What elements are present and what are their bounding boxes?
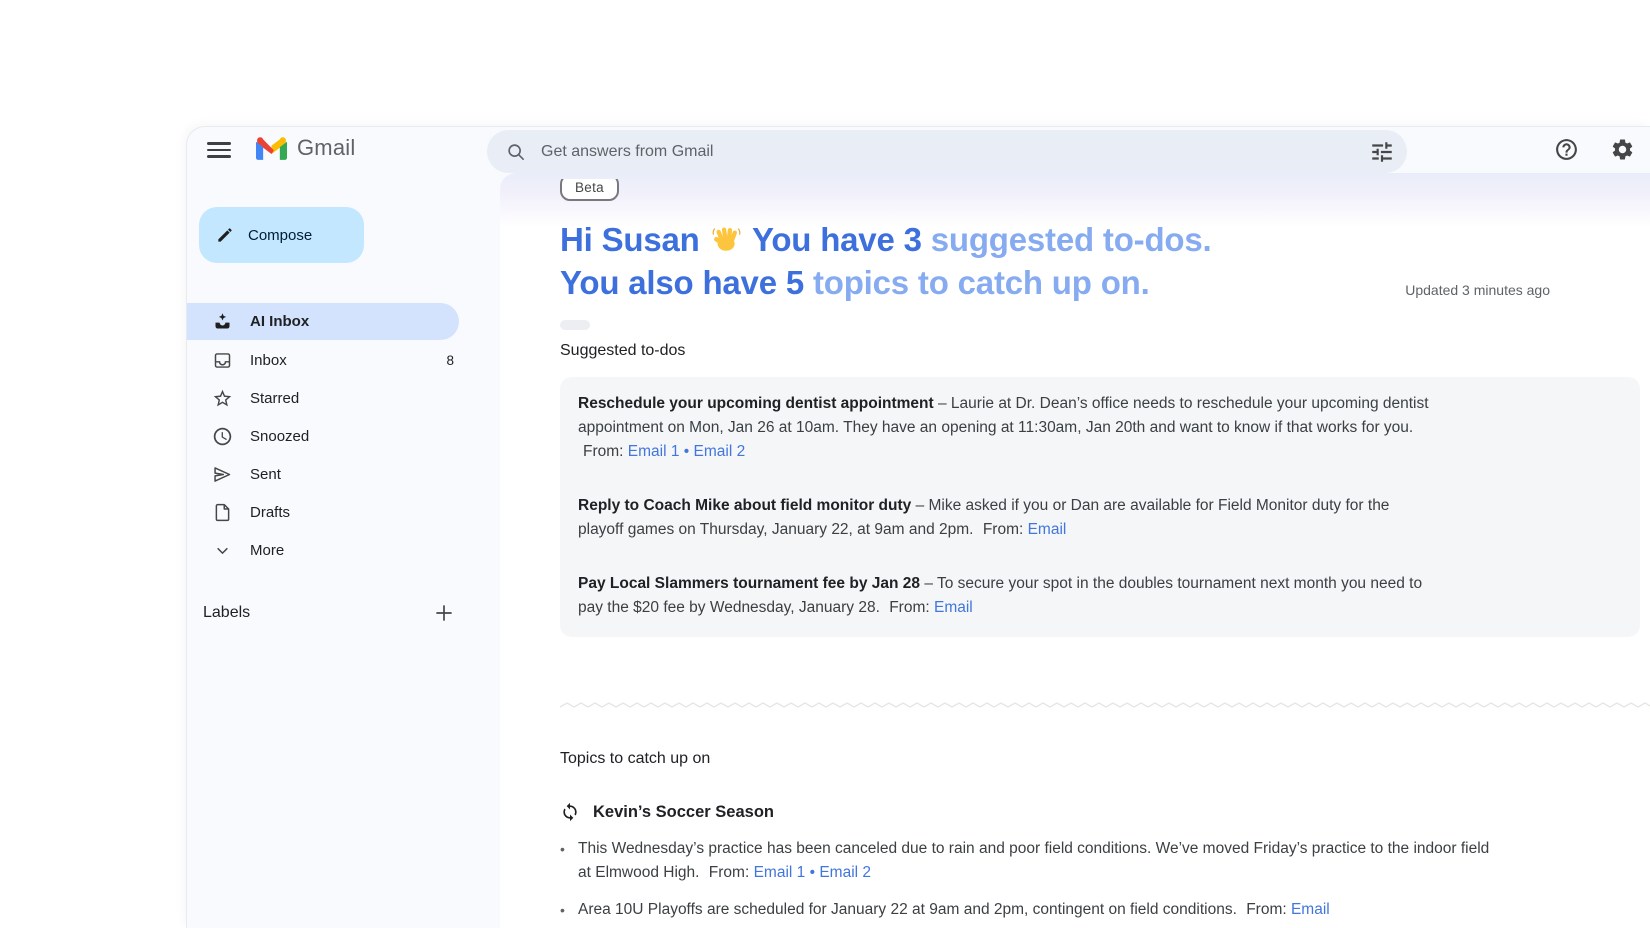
bullet-dot: • [560,898,578,922]
topics-section-title: Topics to catch up on [560,750,1650,768]
sidebar-nav: AI Inbox Inbox 8 Starred [187,303,500,569]
search-bar[interactable] [487,130,1407,173]
sidebar-item-label: Drafts [250,504,290,521]
sidebar-item-ai-inbox[interactable]: AI Inbox [187,303,459,340]
gmail-logo [256,136,287,160]
sidebar: Compose AI Inbox In [187,173,500,928]
topic-bullet: • This Wednesday’s practice has been can… [560,837,1650,885]
todos-section-title: Suggested to-dos [560,342,1650,360]
compose-label: Compose [248,227,312,244]
loop-icon [560,802,580,822]
dash: – [916,497,925,514]
email-link[interactable]: Email [934,599,973,616]
inbox-icon [211,349,233,371]
sidebar-item-starred[interactable]: Starred [187,379,500,417]
labels-section-header: Labels [187,599,500,627]
beta-badge-wrap: Beta [560,179,650,205]
send-icon [211,463,233,485]
help-icon[interactable] [1552,135,1580,163]
tune-icon[interactable] [1369,139,1395,165]
greeting-line-1: Hi Susan You have 3 [560,218,1650,261]
gmail-brand[interactable]: Gmail [256,135,355,161]
from-label: From: [583,443,623,460]
app-name: Gmail [297,135,355,161]
sidebar-item-more[interactable]: More [187,531,500,569]
dash: – [924,575,933,592]
dash: – [938,395,947,412]
star-icon [211,387,233,409]
sidebar-item-inbox[interactable]: Inbox 8 [187,341,500,379]
email-link[interactable]: Email 2 [819,864,871,881]
link-separator: • [810,864,815,881]
todo-title: Reply to Coach Mike about field monitor … [578,497,911,514]
wavy-divider [560,701,1650,709]
beta-badge: Beta [560,179,619,201]
sidebar-item-drafts[interactable]: Drafts [187,493,500,531]
draft-document-icon [211,501,233,523]
email-link[interactable]: Email [1028,521,1067,538]
sidebar-item-label: Sent [250,466,281,483]
from-label: From: [889,599,929,616]
suggested-todos-card: Reschedule your upcoming dentist appoint… [560,377,1640,637]
waving-hand-emoji [711,224,742,255]
from-label: From: [1246,901,1286,918]
chevron-down-icon [211,539,233,561]
compose-button[interactable]: Compose [199,207,364,263]
email-link[interactable]: Email 1 [754,864,806,881]
labels-title: Labels [203,604,250,622]
topic-bullets: • This Wednesday’s practice has been can… [560,837,1650,928]
topbar-actions [1552,135,1636,163]
link-separator: • [684,443,689,460]
topic-bullet: • Area 10U Playoffs are scheduled for Ja… [560,898,1650,922]
todo-item: Pay Local Slammers tournament fee by Jan… [578,572,1436,620]
sidebar-item-sent[interactable]: Sent [187,455,500,493]
faded-dash-decoration [560,320,590,330]
sidebar-item-label: Inbox [250,352,287,369]
add-label-plus-icon[interactable] [432,601,456,625]
inbox-unread-count: 8 [446,353,454,368]
sidebar-item-label: Starred [250,390,299,407]
bullet-dot: • [560,837,578,885]
updated-timestamp: Updated 3 minutes ago [1405,282,1550,298]
sidebar-item-label: AI Inbox [250,313,309,330]
from-label: From: [709,864,749,881]
email-link[interactable]: Email 2 [694,443,746,460]
todo-title: Pay Local Slammers tournament fee by Jan… [578,575,920,592]
email-link[interactable]: Email 1 [628,443,680,460]
todo-title: Reschedule your upcoming dentist appoint… [578,395,934,412]
gmail-window: Gmail [187,127,1650,928]
from-label: From: [983,521,1023,538]
todo-item: Reschedule your upcoming dentist appoint… [578,392,1436,464]
settings-gear-icon[interactable] [1608,135,1636,163]
topic-group-title: Kevin’s Soccer Season [593,803,774,822]
sidebar-item-label: Snoozed [250,428,309,445]
search-input[interactable] [541,143,1359,161]
search-icon [505,141,527,163]
top-bar: Gmail [187,127,1650,173]
sidebar-item-snoozed[interactable]: Snoozed [187,417,500,455]
todo-item: Reply to Coach Mike about field monitor … [578,494,1436,542]
compose-pencil-icon [215,225,235,245]
hamburger-menu-icon[interactable] [207,140,231,160]
email-link[interactable]: Email [1291,901,1330,918]
clock-icon [211,425,233,447]
sidebar-item-label: More [250,542,284,559]
topic-group-header: Kevin’s Soccer Season [560,802,1650,822]
main-panel: Beta Hi Susan [500,173,1650,928]
ai-inbox-icon [211,311,233,333]
bullet-body: Area 10U Playoffs are scheduled for Janu… [578,901,1237,918]
